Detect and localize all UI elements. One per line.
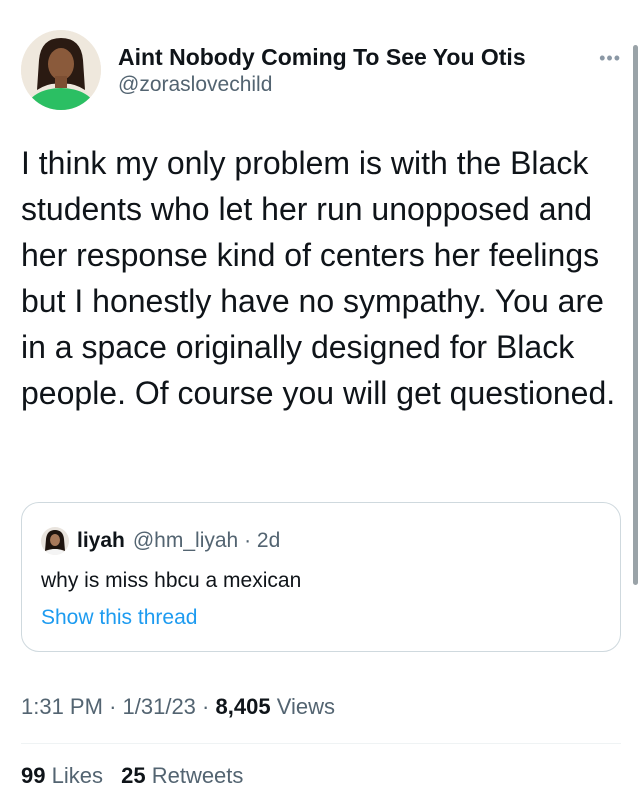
quoted-author-name[interactable]: liyah <box>77 529 125 553</box>
tweet-time[interactable]: 1:31 PM <box>21 694 103 719</box>
ellipsis-icon[interactable]: ••• <box>599 48 621 69</box>
views-count: 8,405 <box>215 694 271 719</box>
quoted-tweet-text: why is miss hbcu a mexican <box>41 569 302 592</box>
show-thread-link[interactable]: Show this thread <box>41 606 197 630</box>
tweet-date[interactable]: 1/31/23 <box>123 694 196 719</box>
author-avatar[interactable] <box>21 30 101 110</box>
meta-separator: · <box>109 694 117 719</box>
retweets-label: Retweets <box>151 763 244 788</box>
author-handle[interactable]: @zoraslovechild <box>118 72 526 98</box>
retweets-stat[interactable]: 25 Retweets <box>121 763 243 788</box>
quoted-tweet[interactable]: liyah @hm_liyah · 2d why is miss hbcu a … <box>21 502 621 652</box>
author-display-name[interactable]: Aint Nobody Coming To See You Otis <box>118 44 526 70</box>
quoted-author-handle[interactable]: @hm_liyah <box>133 529 238 553</box>
quoted-separator: · <box>244 529 252 552</box>
scrollbar[interactable] <box>633 45 638 585</box>
views-label: Views <box>276 694 335 719</box>
quoted-tweet-age: 2d <box>256 529 281 552</box>
divider <box>21 743 621 744</box>
quoted-tweet-header: liyah @hm_liyah · 2d <box>41 527 280 555</box>
quoted-author-avatar[interactable] <box>41 527 69 555</box>
tweet-meta: 1:31 PM · 1/31/23 · 8,405 Views <box>21 694 335 720</box>
likes-count: 99 <box>21 763 46 788</box>
likes-stat[interactable]: 99 Likes <box>21 763 103 788</box>
tweet-header: Aint Nobody Coming To See You Otis @zora… <box>21 30 621 110</box>
meta-separator: · <box>202 694 210 719</box>
likes-label: Likes <box>51 763 103 788</box>
retweets-count: 25 <box>121 763 146 788</box>
tweet-text: I think my only problem is with the Blac… <box>21 145 616 411</box>
tweet-stats: 99 Likes 25 Retweets <box>21 763 255 789</box>
